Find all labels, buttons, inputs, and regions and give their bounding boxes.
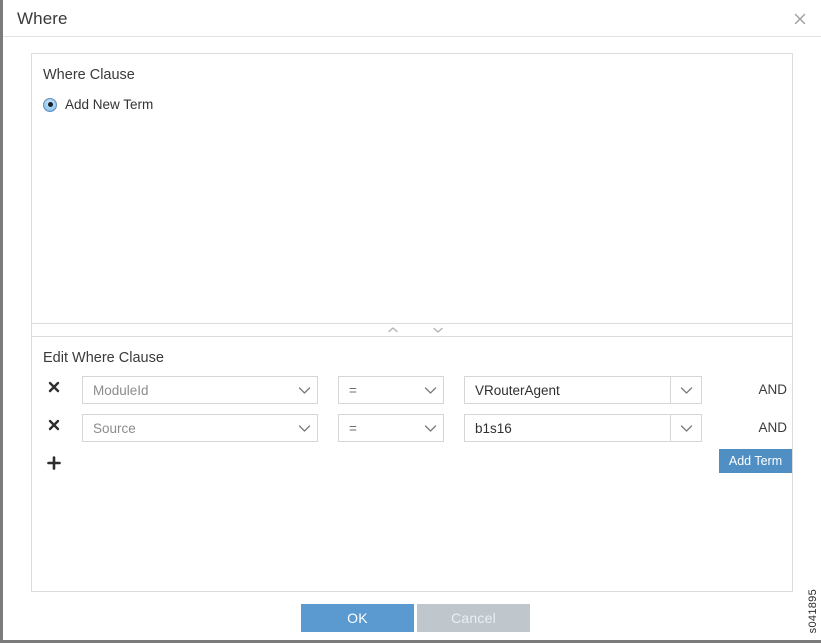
delete-term-icon[interactable]	[47, 380, 61, 394]
where-dialog: Where Where Clause Add New Term Edit Wh	[0, 0, 821, 643]
dialog-titlebar: Where	[3, 0, 821, 37]
cancel-button[interactable]: Cancel	[417, 604, 530, 632]
term-operator-value-1: =	[339, 421, 417, 436]
radio-button-add-new-term[interactable]	[43, 98, 57, 112]
term-field-value-1: Source	[83, 421, 291, 436]
term-conjunction-0: AND	[652, 376, 787, 404]
dialog-footer: OK Cancel	[3, 604, 821, 634]
ok-button[interactable]: OK	[301, 604, 414, 632]
add-new-term-label: Add New Term	[65, 97, 153, 112]
term-field-value-0: ModuleId	[83, 383, 291, 398]
close-icon[interactable]	[790, 9, 810, 29]
term-conjunction-1: AND	[652, 414, 787, 442]
figure-caption: s041895	[807, 589, 819, 633]
chevron-down-icon	[291, 424, 317, 433]
term-operator-select-0[interactable]: =	[338, 376, 444, 404]
plus-icon[interactable]	[46, 455, 62, 471]
edit-where-clause-heading: Edit Where Clause	[43, 350, 164, 366]
term-field-select-1[interactable]: Source	[82, 414, 318, 442]
chevron-down-icon[interactable]	[431, 325, 445, 335]
term-operator-value-0: =	[339, 383, 417, 398]
chevron-down-icon	[291, 386, 317, 395]
term-operator-select-1[interactable]: =	[338, 414, 444, 442]
add-new-term-radio-row[interactable]: Add New Term	[43, 97, 153, 112]
term-field-select-0[interactable]: ModuleId	[82, 376, 318, 404]
add-term-row	[32, 452, 792, 480]
term-value-text-0[interactable]: VRouterAgent	[464, 376, 670, 404]
where-clause-heading: Where Clause	[43, 67, 135, 83]
chevron-down-icon	[417, 424, 443, 433]
chevron-down-icon	[417, 386, 443, 395]
term-value-text-1[interactable]: b1s16	[464, 414, 670, 442]
where-clause-panel: Where Clause Add New Term	[31, 53, 793, 324]
edit-where-clause-panel: Edit Where Clause ModuleId =	[31, 336, 793, 592]
table-row: ModuleId = VRouterAgent	[32, 376, 792, 404]
table-row: Source = b1s16	[32, 414, 792, 442]
delete-term-icon[interactable]	[47, 418, 61, 432]
add-term-button[interactable]: Add Term	[719, 449, 792, 473]
panel-splitter[interactable]	[31, 324, 793, 336]
dialog-title: Where	[17, 9, 68, 29]
chevron-up-icon[interactable]	[386, 325, 400, 335]
